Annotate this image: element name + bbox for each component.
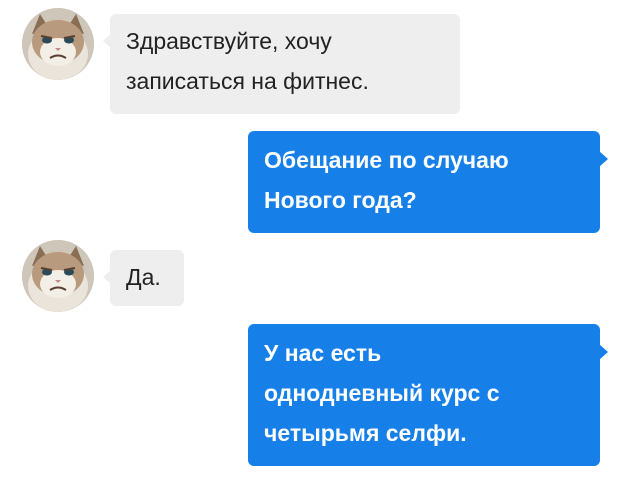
grumpy-cat-icon <box>22 8 94 80</box>
chat-thread: Здравствуйте, хочу записаться на фитнес.… <box>0 0 620 482</box>
message-bubble-outgoing: У нас есть однодневный курс с четырьмя с… <box>248 324 608 466</box>
avatar[interactable] <box>22 8 94 80</box>
message-bubble-incoming: Да. <box>103 250 184 306</box>
grumpy-cat-icon <box>22 240 94 312</box>
message-bubble-outgoing: Обещание по случаю Нового года? <box>248 131 608 233</box>
message-bubble-incoming: Здравствуйте, хочу записаться на фитнес. <box>103 14 460 114</box>
avatar[interactable] <box>22 240 94 312</box>
